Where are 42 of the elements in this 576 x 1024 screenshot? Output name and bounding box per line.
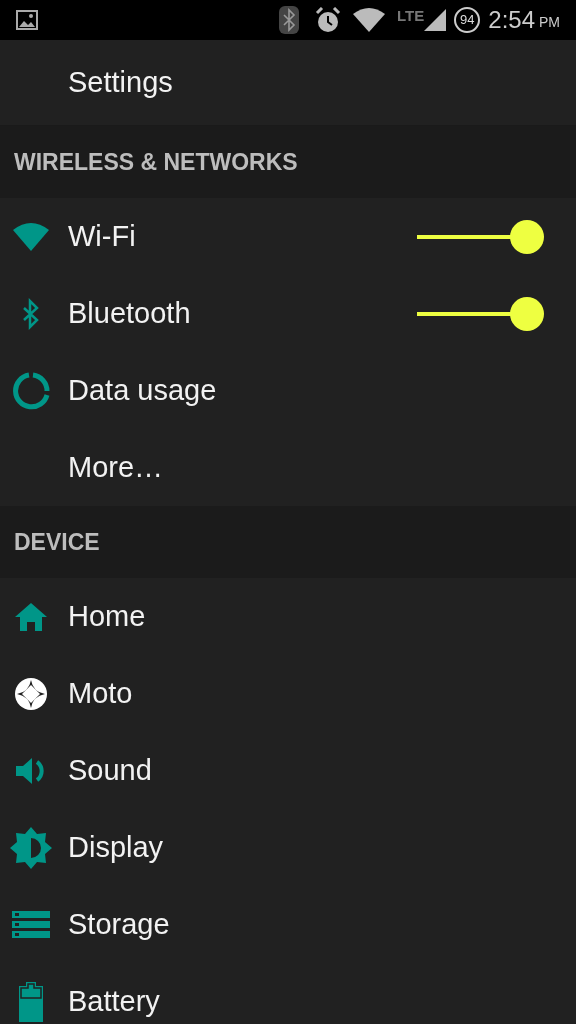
storage-icon — [12, 910, 50, 939]
settings-item[interactable]: Display — [0, 809, 576, 886]
item-label: Battery — [68, 983, 161, 1019]
star-emblem-icon — [14, 676, 48, 711]
wifi-icon — [13, 222, 49, 251]
battery-percent-indicator: 94 — [454, 7, 481, 33]
wifi-icon — [353, 8, 386, 32]
bluetooth-icon — [279, 6, 300, 34]
section-header: WIRELESS & NETWORKS — [14, 147, 298, 177]
alarm-icon — [315, 7, 342, 33]
item-label: Bluetooth — [68, 295, 192, 331]
toggle-switch[interactable] — [416, 296, 544, 331]
item-label: Home — [68, 598, 147, 634]
settings-item[interactable]: Wi-Fi — [0, 198, 576, 275]
item-label: Data usage — [68, 372, 218, 408]
settings-item[interactable]: Storage — [0, 886, 576, 963]
item-label: Wi-Fi — [68, 218, 137, 254]
clock-time: 2:54 — [488, 5, 535, 35]
clock-meridiem: PM — [539, 12, 560, 32]
section-header: DEVICE — [14, 527, 100, 557]
settings-item[interactable]: Sound — [0, 732, 576, 809]
settings-item[interactable]: Bluetooth — [0, 275, 576, 352]
screen-title: Settings — [68, 64, 173, 100]
item-label: Moto — [68, 675, 134, 711]
network-type-label: LTE — [397, 5, 425, 26]
item-label: Storage — [68, 906, 171, 942]
battery-icon — [19, 981, 43, 1022]
item-label: Display — [68, 829, 165, 865]
home-icon — [15, 602, 47, 631]
data-usage-icon — [12, 371, 50, 410]
item-label: Sound — [68, 752, 153, 788]
brightness-icon — [10, 826, 52, 869]
settings-item[interactable]: Moto — [0, 655, 576, 732]
image-notification-icon — [16, 10, 38, 30]
settings-item[interactable]: Data usage — [0, 352, 576, 429]
settings-item[interactable]: More… — [0, 429, 576, 506]
settings-item[interactable]: Home — [0, 578, 576, 655]
bluetooth-icon — [21, 297, 41, 330]
toggle-switch[interactable] — [416, 219, 544, 254]
settings-item[interactable]: Battery — [0, 963, 576, 1024]
item-label: More… — [68, 449, 165, 485]
signal-icon — [424, 9, 447, 31]
